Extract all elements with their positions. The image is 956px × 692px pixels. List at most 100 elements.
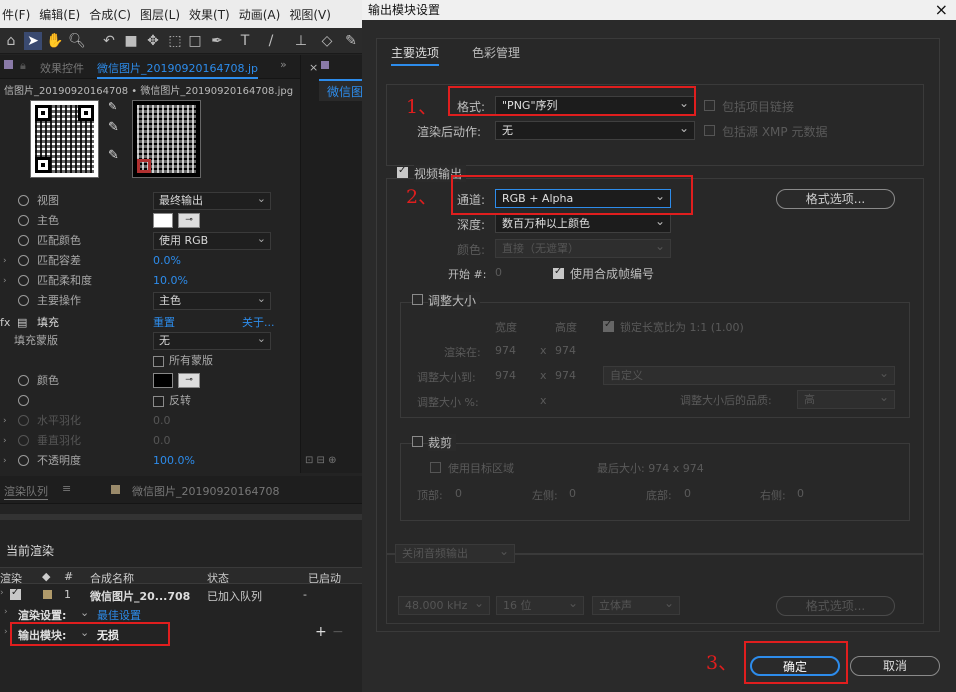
fill-color-swatch[interactable] [153,373,173,388]
render-checkbox[interactable] [10,587,21,600]
crop-bottom-field[interactable]: 0 [684,487,691,500]
clone-stamp-icon[interactable]: ⊥ [292,32,310,50]
depth-select[interactable]: 数百万种以上颜色 [495,213,671,233]
close-icon[interactable]: × [309,61,318,74]
expand-arrow-icon[interactable]: › [0,588,4,598]
format-options-button[interactable]: 格式选项... [776,189,895,209]
eyedropper-button[interactable]: ⊸ [178,373,200,388]
resize-quality-select[interactable]: 高 [797,389,895,409]
crop-left-field[interactable]: 0 [569,487,576,500]
audio-bits-select[interactable]: 16 位 [496,595,584,615]
fx-icon[interactable]: fx [0,313,10,333]
audio-output-select[interactable]: 关闭音频输出 [395,543,515,563]
pen-tool-icon[interactable]: ✒ [208,32,226,50]
pan-behind-tool-icon[interactable]: ✥ [144,32,162,50]
stopwatch-icon[interactable] [18,455,29,466]
eyedropper-button[interactable]: ⊸ [178,213,200,228]
home-icon[interactable]: ⌂ [2,32,20,50]
hand-tool-icon[interactable]: ✋ [46,32,64,50]
panel-expand-icon[interactable]: » [280,58,287,71]
lock-icon[interactable]: 🔒︎ [20,59,26,73]
tab-render-queue[interactable]: 渲染队列 [4,483,48,500]
tab-composition-2[interactable]: 微信图片_20190920164708 [132,483,279,499]
add-output-icon[interactable]: + [315,624,327,640]
menu-layer[interactable]: 图层(L) [140,6,180,23]
tab-main-options[interactable]: 主要选项 [391,44,440,66]
selection-tool-icon[interactable]: ➤ [24,32,42,50]
rotate-tool-icon[interactable]: ↶ [100,32,118,50]
main-operation-select[interactable]: 主色 [153,291,271,310]
header-render[interactable]: 渲染 [0,570,22,586]
header-started[interactable]: 已启动 [308,570,341,586]
menu-file[interactable]: 件(F) [2,6,30,23]
expand-arrow-icon[interactable]: › [3,271,7,291]
expand-arrow-icon[interactable]: › [4,607,8,617]
menu-edit[interactable]: 编辑(E) [39,6,80,23]
stopwatch-icon[interactable] [18,295,29,306]
stopwatch-icon[interactable] [18,255,29,266]
zoom-tool-icon[interactable]: 🔍︎ [68,32,86,50]
menu-animation[interactable]: 动画(A) [239,6,281,23]
menu-view[interactable]: 视图(V) [289,6,331,23]
lock-ratio-checkbox[interactable] [603,319,614,332]
tab-effects-label[interactable]: 效果控件 [40,60,84,76]
opacity-value[interactable]: 100.0% [153,451,195,471]
eyedropper-plus-icon[interactable]: ✎ [108,148,119,163]
use-comp-frame-checkbox[interactable] [553,266,564,279]
stopwatch-icon[interactable] [18,375,29,386]
type-tool-icon[interactable]: T [236,32,254,50]
invert-checkbox[interactable] [153,396,164,407]
crop-checkbox[interactable] [412,436,423,447]
queue-row[interactable]: › 1 微信图片_20...708 已加入队列 - [0,586,362,603]
crop-right-field[interactable]: 0 [797,487,804,500]
remove-output-icon[interactable]: − [332,624,344,640]
video-output-checkbox[interactable] [397,165,408,178]
start-frame-value[interactable]: 0 [495,266,502,279]
expand-arrow-icon[interactable]: › [3,451,7,471]
stopwatch-icon[interactable] [18,435,29,446]
anchor-icon[interactable]: ⬚ [166,32,184,50]
audio-channels-select[interactable]: 立体声 [592,595,680,615]
stopwatch-icon[interactable] [18,235,29,246]
expand-arrow-icon[interactable]: › [4,627,8,637]
tolerance-value[interactable]: 0.0% [153,251,181,271]
audio-format-options-button[interactable]: 格式选项... [776,596,895,616]
eraser-tool-icon[interactable]: ◇ [318,32,336,50]
resize-height-field[interactable]: 974 [555,369,576,382]
menu-composition[interactable]: 合成(C) [89,6,131,23]
post-render-select[interactable]: 无 [495,120,695,140]
render-settings-dropdown-icon[interactable]: ⌄ [80,606,89,619]
stopwatch-icon[interactable] [18,395,29,406]
use-roi-checkbox[interactable] [430,462,441,473]
tab-color-management[interactable]: 色彩管理 [472,44,520,61]
eyedropper-top-icon[interactable]: ✎ [108,100,117,113]
about-link[interactable]: 关于... [242,313,275,333]
softness-value[interactable]: 10.0% [153,271,188,291]
expand-arrow-icon[interactable]: › [3,431,7,451]
menu-effect[interactable]: 效果(T) [189,6,230,23]
render-settings-link[interactable]: 最佳设置 [97,607,141,623]
resize-width-field[interactable]: 974 [495,369,516,382]
header-status[interactable]: 状态 [207,570,229,586]
resize-preset-select[interactable]: 自定义 [603,365,895,385]
brush-tool-icon[interactable]: / [262,32,280,50]
all-masks-checkbox[interactable] [153,356,164,367]
reset-link[interactable]: 重置 [153,313,175,333]
label-color-icon[interactable] [43,590,52,599]
key-color-swatch[interactable] [153,213,173,228]
header-comp-name[interactable]: 合成名称 [90,570,134,586]
view-select[interactable]: 最终输出 [153,191,271,210]
include-project-link-checkbox[interactable] [704,100,715,111]
include-xmp-checkbox[interactable] [704,125,715,136]
camera-tool-icon[interactable]: ■ [122,32,140,50]
close-icon[interactable]: × [935,0,948,20]
panel-menu-icon[interactable]: ≡ [62,482,71,495]
audio-rate-select[interactable]: 48.000 kHz [398,595,490,615]
expand-arrow-icon[interactable]: › [3,411,7,431]
tab-composition[interactable]: 微信图 [319,79,363,101]
stopwatch-icon[interactable] [18,195,29,206]
shape-tool-icon[interactable]: □ [186,32,204,50]
roto-brush-icon[interactable]: ✎ [342,32,360,50]
fill-mask-select[interactable]: 无 [153,331,271,350]
stopwatch-icon[interactable] [18,215,29,226]
